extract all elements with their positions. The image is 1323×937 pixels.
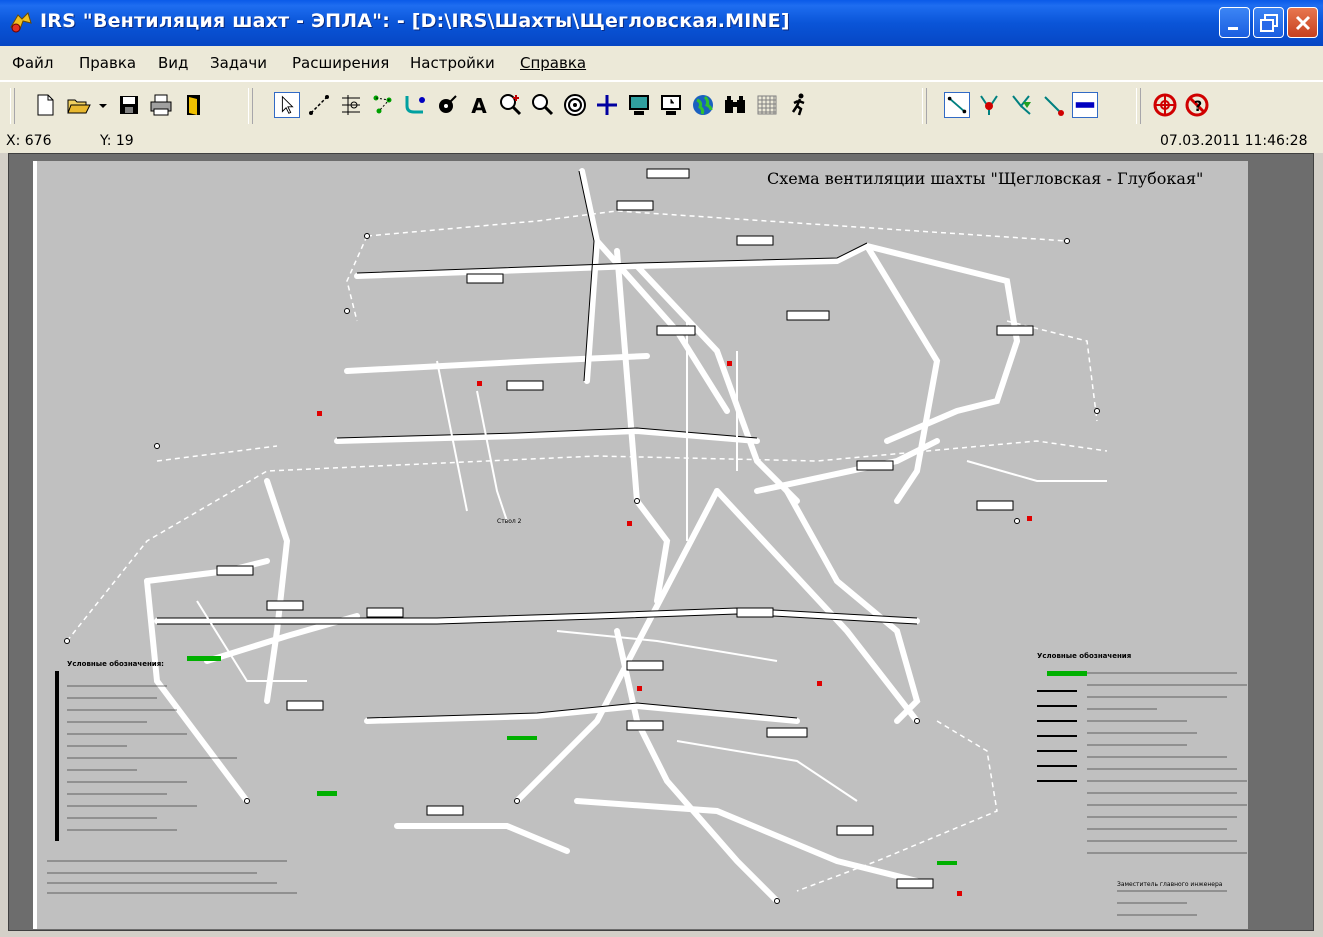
- exit-door-icon[interactable]: [180, 92, 206, 118]
- y-coordinate: Y: 19: [100, 133, 134, 149]
- draw-branch-icon[interactable]: [306, 92, 332, 118]
- globe-icon[interactable]: [690, 92, 716, 118]
- line-red-icon[interactable]: [1040, 92, 1066, 118]
- footer-label: Заместитель главного инженера: [1117, 881, 1223, 888]
- minimize-button[interactable]: [1219, 7, 1250, 38]
- save-disk-icon[interactable]: [116, 92, 142, 118]
- lifebuoy-icon[interactable]: [1152, 92, 1178, 118]
- branch-node-icon[interactable]: [402, 92, 428, 118]
- close-button[interactable]: [1287, 7, 1318, 38]
- fan-icon[interactable]: [434, 92, 460, 118]
- select-arrow-icon[interactable]: [274, 92, 300, 118]
- coordinates-bar: X: 676 Y: 19 07.03.2011 11:46:28: [0, 131, 1323, 153]
- title-bar: IRS "Вентиляция шахт - ЭПЛА": - [D:\IRS\…: [0, 0, 1323, 46]
- menu-edit[interactable]: Правка: [79, 54, 136, 72]
- datetime: 07.03.2011 11:46:28: [1160, 133, 1308, 149]
- menu-file[interactable]: Файл: [12, 54, 53, 72]
- print-icon[interactable]: [148, 92, 174, 118]
- grid-icon[interactable]: [754, 92, 780, 118]
- minimize-icon: [1228, 27, 1238, 30]
- new-document-icon[interactable]: [32, 92, 58, 118]
- toolbar-grip[interactable]: [248, 88, 253, 124]
- menu-extensions[interactable]: Расширения: [292, 54, 389, 72]
- restore-button[interactable]: [1253, 7, 1284, 38]
- menu-help[interactable]: Справка: [520, 54, 586, 72]
- drawing-canvas[interactable]: Схема вентиляции шахты "Щегловская - Глу…: [8, 153, 1314, 931]
- menu-bar: Файл Правка Вид Задачи Расширения Настро…: [0, 46, 1323, 81]
- runner-icon[interactable]: [786, 92, 812, 118]
- x-coordinate: X: 676: [6, 133, 52, 149]
- dashed-airways: [66, 210, 1108, 892]
- workings-outline: [157, 170, 918, 719]
- toolbar-grip[interactable]: [10, 88, 15, 124]
- scheme-sheet[interactable]: Схема вентиляции шахты "Щегловская - Глу…: [33, 161, 1248, 929]
- clock-monitor-icon[interactable]: [658, 92, 684, 118]
- binoculars-icon[interactable]: [722, 92, 748, 118]
- zoom-icon[interactable]: [530, 92, 556, 118]
- stop-help-icon[interactable]: ?: [1184, 92, 1210, 118]
- menu-tasks[interactable]: Задачи: [210, 54, 267, 72]
- toolbar-grip[interactable]: [1136, 88, 1141, 124]
- crosshair-icon[interactable]: [594, 92, 620, 118]
- fork-red-icon[interactable]: [976, 92, 1002, 118]
- node-grid-icon[interactable]: [338, 92, 364, 118]
- legend-right: Условные обозначения Заместитель главног…: [1037, 652, 1247, 916]
- menu-view[interactable]: Вид: [158, 54, 188, 72]
- dropdown-arrow-icon[interactable]: [96, 92, 110, 118]
- open-folder-icon[interactable]: [66, 92, 92, 118]
- branch-line-icon[interactable]: [944, 92, 970, 118]
- menu-settings[interactable]: Настройки: [410, 54, 495, 72]
- text-tool-icon[interactable]: A: [466, 92, 492, 118]
- close-icon: [1295, 15, 1311, 31]
- svg-text:?: ?: [1194, 99, 1202, 115]
- restore-icon: [1260, 14, 1278, 32]
- shaft-label: Ствол 2: [497, 518, 522, 525]
- legend-left: Условные обозначения:: [47, 660, 297, 894]
- fork-green-icon[interactable]: [1008, 92, 1034, 118]
- legend-right-title: Условные обозначения: [1037, 652, 1131, 660]
- app-icon: [10, 12, 32, 33]
- toolbar-grip[interactable]: [922, 88, 927, 124]
- svg-text:A: A: [471, 94, 487, 118]
- target-icon[interactable]: [562, 92, 588, 118]
- legend-left-title: Условные обозначения:: [67, 660, 164, 668]
- blue-bar-icon[interactable]: [1072, 92, 1098, 118]
- monitor-icon[interactable]: [626, 92, 652, 118]
- ventilation-network[interactable]: Условные обозначения: Условные обозначен…: [37, 161, 1248, 929]
- mine-workings: [144, 168, 1020, 904]
- zoom-in-icon[interactable]: [498, 92, 524, 118]
- nodes-icon[interactable]: [370, 92, 396, 118]
- window-title: IRS "Вентиляция шахт - ЭПЛА": - [D:\IRS\…: [40, 10, 790, 32]
- toolbar: A ?: [0, 81, 1323, 133]
